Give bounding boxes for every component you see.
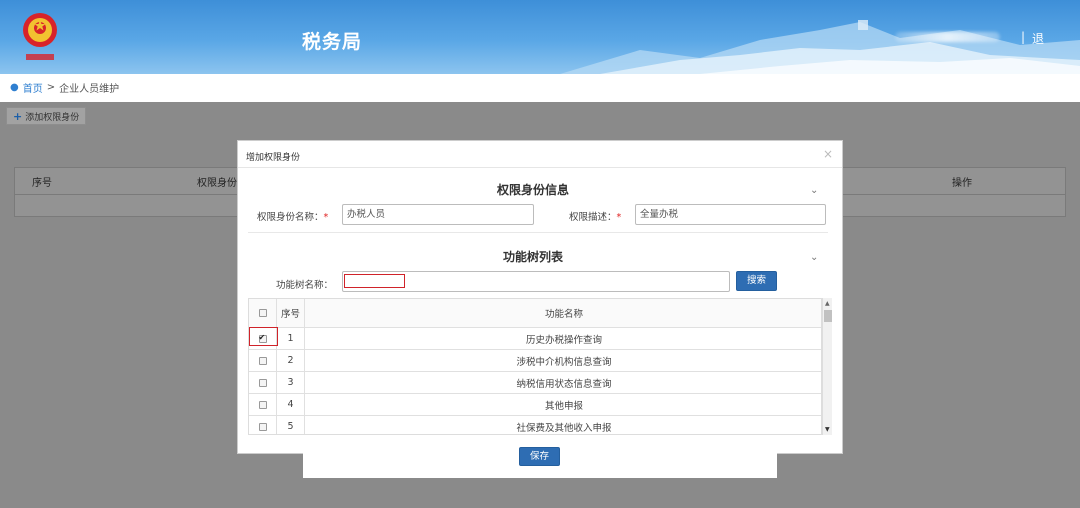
bg-col-index: 序号 — [32, 178, 52, 189]
section-title-info: 权限身份信息 — [497, 183, 570, 197]
row-checkbox[interactable] — [258, 422, 267, 431]
national-emblem-logo — [23, 13, 57, 60]
header-banner: 税务局 | 退 — [0, 0, 1080, 74]
row-function-name: 涉税中介机构信息查询 — [516, 356, 612, 368]
role-name-input[interactable]: 办税人员 — [342, 204, 534, 225]
breadcrumb: ● 首页 > 企业人员维护 — [10, 80, 120, 95]
row-index: 4 — [277, 394, 305, 415]
row-index: 5 — [277, 416, 305, 434]
dialog-title-divider — [238, 167, 842, 168]
tree-name-label: 功能树名称： — [276, 280, 334, 291]
role-desc-input[interactable]: 全量办税 — [635, 204, 826, 225]
header-function-name: 功能名称 — [544, 309, 583, 320]
highlight-box — [344, 274, 405, 288]
breadcrumb-home-link[interactable]: 首页 — [23, 80, 43, 95]
table-row[interactable]: 5 社保费及其他收入申报 — [249, 416, 821, 434]
select-all-cell — [249, 299, 277, 327]
exit-link[interactable]: 退 — [1032, 30, 1044, 47]
row-checkbox[interactable] — [258, 400, 267, 409]
row-function-name: 历史办税操作查询 — [525, 334, 602, 346]
row-checkbox-cell — [249, 372, 277, 393]
user-info-blurred — [895, 32, 1000, 42]
table-scrollbar[interactable]: ▲ ▼ — [822, 298, 832, 435]
table-header-row: 序号 功能名称 — [249, 299, 821, 328]
chevron-down-icon[interactable]: ⌄ — [810, 252, 818, 263]
section-divider — [248, 232, 828, 233]
breadcrumb-current: 企业人员维护 — [59, 83, 120, 95]
chevron-down-icon[interactable]: ⌄ — [810, 185, 818, 196]
table-row[interactable]: 1 历史办税操作查询 — [249, 328, 821, 350]
search-button[interactable]: 搜索 — [736, 271, 777, 291]
bg-col-name: 权限身份 — [197, 178, 237, 189]
row-index: 1 — [277, 328, 305, 349]
breadcrumb-separator: > — [46, 81, 56, 93]
section-title-tree: 功能树列表 — [503, 250, 564, 264]
scroll-down-icon[interactable]: ▼ — [825, 426, 830, 433]
role-desc-label: 权限描述：* — [569, 212, 622, 223]
plus-icon: + — [13, 109, 23, 123]
row-index: 2 — [277, 350, 305, 371]
select-all-checkbox[interactable] — [258, 309, 267, 317]
bg-col-action: 操作 — [952, 178, 972, 189]
row-checkbox-cell — [249, 394, 277, 415]
row-checkbox-cell — [249, 350, 277, 371]
row-function-name: 其他申报 — [544, 400, 583, 412]
dialog-title: 增加权限身份 — [246, 153, 301, 163]
close-icon[interactable]: × — [823, 147, 833, 161]
table-row[interactable]: 3 纳税信用状态信息查询 — [249, 372, 821, 394]
header-separator: | — [1021, 30, 1026, 44]
app-title: 税务局 — [302, 31, 363, 53]
row-index: 3 — [277, 372, 305, 393]
function-tree-table: 序号 功能名称 1 历史办税操作查询 2 涉税中介机构信息查询 3 纳税信用状态… — [248, 298, 822, 435]
row-checkbox[interactable] — [258, 356, 267, 365]
scroll-up-icon[interactable]: ▲ — [825, 300, 830, 307]
checkbox-highlight-box — [249, 327, 278, 346]
row-function-name: 社保费及其他收入申报 — [516, 422, 612, 434]
table-row[interactable]: 2 涉税中介机构信息查询 — [249, 350, 821, 372]
add-permission-label: 添加权限身份 — [25, 112, 80, 123]
row-function-name: 纳税信用状态信息查询 — [516, 378, 612, 390]
location-pin-icon: ● — [10, 81, 19, 93]
role-name-label: 权限身份名称：* — [257, 212, 329, 223]
row-checkbox-cell — [249, 416, 277, 434]
table-row[interactable]: 4 其他申报 — [249, 394, 821, 416]
save-button[interactable]: 保存 — [519, 447, 560, 466]
scrollbar-thumb[interactable] — [824, 310, 832, 322]
row-checkbox[interactable] — [258, 378, 267, 387]
add-permission-button[interactable]: + 添加权限身份 — [6, 107, 87, 125]
header-index: 序号 — [277, 299, 305, 327]
